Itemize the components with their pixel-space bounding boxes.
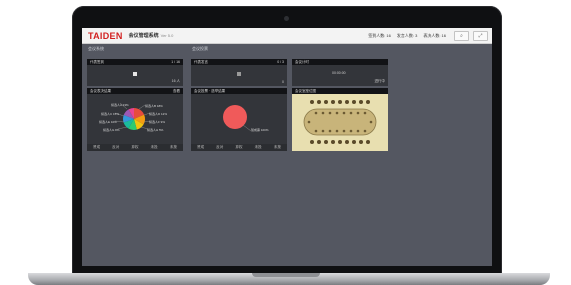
panel-header: 会议计时 [292, 59, 388, 65]
stat-voters: 表决人数: 16 [423, 32, 446, 38]
app-header: TAIDEN 会议管理系统 Ver 5.0 签到人数: 16 发言人数: 3 表… [82, 28, 492, 44]
pie-label: 候选人D 12% [149, 112, 168, 116]
pie-label: 赞成票 100% [251, 128, 269, 132]
panel-view-link[interactable]: 查看 [173, 89, 180, 94]
timer-status: 进行中 [374, 79, 386, 83]
panel-header: 代表签到 1 / 16 [87, 59, 183, 65]
panel-title: 会议表决结果 [90, 88, 111, 93]
legend-item: 未投 [150, 145, 158, 149]
search-button[interactable]: ⌕ [454, 30, 469, 41]
pie-label: 候选人E 10% [99, 120, 117, 124]
panel-timer[interactable]: 会议计时 00:00:00 进行中 [292, 59, 388, 86]
legend-item: 赞成 [93, 145, 101, 149]
panel-checkin[interactable]: 代表签到 1 / 16 16 人 [87, 59, 183, 86]
panel-title: 会议计时 [295, 59, 309, 64]
pie-chart-single [223, 105, 252, 132]
seat-row-bottom [310, 140, 370, 144]
stat-checkin: 签到人数: 16 [368, 32, 391, 38]
panel-title: 会议投票 · 选举结果 [194, 88, 226, 93]
legend-item: 赞成 [197, 145, 205, 149]
legend-item: 反对 [216, 145, 224, 149]
legend-item: 弃权 [131, 145, 139, 149]
search-icon: ⌕ [460, 32, 463, 39]
panel-header: 会议室座位图 [292, 88, 388, 94]
panel-header: 代表发言 0 / 3 [191, 59, 287, 65]
stat-speakers: 发言人数: 3 [396, 32, 418, 38]
pie-label: 候选人B 18% [145, 104, 163, 108]
pie-label: 候选人G 8% [103, 128, 120, 132]
panel-election-result[interactable]: 会议投票 · 选举结果 赞成票 100% 赞成 反对 弃权 未投 未按 [191, 88, 287, 151]
header-stats: 签到人数: 16 发言人数: 3 表决人数: 16 [368, 33, 446, 39]
panel-value: 0 [282, 80, 284, 84]
app-subtitle: Ver 5.0 [160, 33, 174, 38]
pie-chart-multi [114, 102, 151, 130]
logo: TAIDEN [88, 30, 123, 41]
pie-label: 候选人H 5% [147, 128, 164, 132]
seat-map [303, 100, 377, 144]
pie-label: 候选人C 15% [101, 112, 120, 116]
pie-label: 候选人A 23% [111, 103, 129, 107]
panel-title: 代表签到 [90, 59, 104, 64]
laptop-notch [252, 273, 320, 277]
panel-count: 0 / 3 [277, 60, 284, 64]
legend-item: 反对 [112, 145, 120, 149]
timer-value: 00:00:00 [332, 71, 346, 75]
vote-legend: 赞成 反对 弃权 未投 未按 [87, 144, 183, 151]
group-label-voting: 会议投票 [192, 46, 208, 51]
vote-legend: 赞成 反对 弃权 未投 未按 [191, 144, 287, 151]
panel-seat-map[interactable]: 会议室座位图 [292, 88, 388, 151]
legend-item: 未投 [254, 145, 262, 149]
laptop-screen: TAIDEN 会议管理系统 Ver 5.0 签到人数: 16 发言人数: 3 表… [82, 28, 492, 266]
group-label-meeting: 会议系统 [88, 46, 104, 51]
status-square-icon [237, 72, 241, 76]
panel-title: 代表发言 [194, 59, 208, 64]
fullscreen-button[interactable]: ⤢ [473, 30, 488, 41]
panel-value: 16 人 [171, 79, 180, 83]
webcam-icon [284, 16, 289, 21]
fullscreen-icon: ⤢ [478, 32, 483, 39]
panel-vote-result[interactable]: 会议表决结果 查看 候选人A 23% 候选人B 18% 候选人C 15% 候选人… [87, 88, 183, 151]
seat-row-top [310, 100, 370, 104]
panel-title: 会议室座位图 [295, 88, 316, 93]
panel-count: 1 / 16 [171, 60, 180, 64]
laptop-mockup: TAIDEN 会议管理系统 Ver 5.0 签到人数: 16 发言人数: 3 表… [0, 0, 571, 285]
pie-label: 候选人F 9% [149, 120, 166, 124]
status-square-icon [133, 72, 137, 76]
app-title: 会议管理系统 [128, 33, 159, 39]
legend-item: 弃权 [235, 145, 243, 149]
legend-item: 未按 [169, 145, 177, 149]
legend-item: 未按 [273, 145, 281, 149]
panel-speakers[interactable]: 代表发言 0 / 3 0 [191, 59, 287, 86]
